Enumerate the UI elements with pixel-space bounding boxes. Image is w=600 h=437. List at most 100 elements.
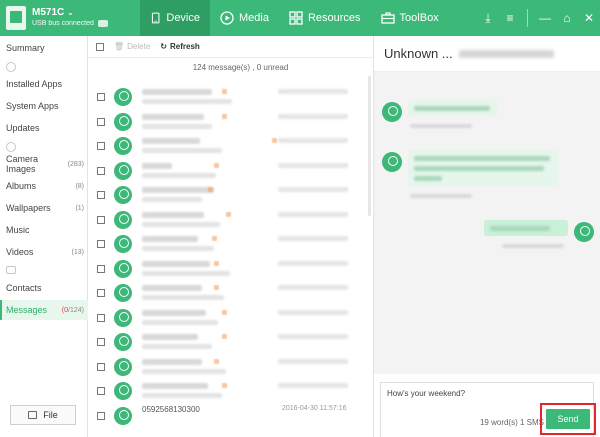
contact-avatar (114, 235, 132, 253)
row-checkbox[interactable] (97, 289, 105, 297)
count-badge (222, 89, 227, 94)
file-button[interactable]: File (10, 405, 76, 425)
message-row[interactable] (88, 84, 373, 110)
redacted-sender (142, 187, 214, 193)
toolbox-icon (380, 12, 395, 24)
redacted-number (458, 49, 554, 58)
message-row[interactable] (88, 305, 373, 331)
select-all-checkbox[interactable] (96, 42, 104, 51)
redacted-sender (142, 211, 204, 218)
top-bar: M571C ⌄ USB bus connected Device Media R… (0, 0, 600, 36)
home-icon[interactable]: ⌂ (556, 0, 578, 36)
refresh-icon: ↻ (160, 42, 167, 51)
contact-avatar (114, 406, 132, 425)
redacted-sender (142, 89, 212, 95)
scrollbar[interactable] (368, 76, 371, 216)
sidebar-item-music[interactable]: Music (0, 220, 88, 240)
conversation-header: Unknown ... (374, 36, 600, 72)
row-checkbox[interactable] (97, 191, 105, 199)
contact-avatar (114, 382, 132, 400)
menu-icon[interactable]: ≡ (499, 0, 521, 36)
sidebar-item-videos[interactable]: Videos (13) (0, 242, 88, 262)
sidebar-item-count: (1) (75, 204, 84, 212)
redacted-date (278, 236, 348, 241)
minimize-icon[interactable]: — (534, 0, 556, 36)
message-row[interactable]: 0592568130300 2016-04-30 11:57:16 (88, 403, 373, 429)
word-count: 19 word(s) 1 SMS (479, 418, 544, 427)
message-row[interactable] (88, 378, 373, 404)
row-checkbox[interactable] (97, 264, 105, 273)
device-info[interactable]: M571C ⌄ USB bus connected (0, 0, 140, 36)
row-checkbox[interactable] (97, 215, 105, 224)
row-checkbox[interactable] (97, 313, 105, 322)
redacted-date (278, 383, 348, 388)
row-checkbox[interactable] (97, 240, 105, 248)
redacted-date (278, 162, 348, 168)
tab-device-label: Device (166, 12, 200, 24)
message-row[interactable] (88, 280, 373, 306)
message-row[interactable] (88, 158, 373, 184)
message-row[interactable] (88, 133, 373, 159)
media-section-icon (6, 142, 16, 152)
row-checkbox[interactable] (97, 387, 105, 395)
tab-resources[interactable]: Resources (279, 0, 371, 36)
sidebar-item-camera-images[interactable]: Camera Images (283) (0, 154, 88, 174)
row-checkbox[interactable] (97, 166, 105, 175)
sidebar-item-label: Albums (6, 181, 37, 191)
count-badge (214, 285, 219, 290)
sidebar-item-messages[interactable]: Messages (0/124) (0, 300, 88, 320)
tab-device[interactable]: Device (140, 0, 210, 36)
row-checkbox[interactable] (97, 338, 105, 346)
tab-toolbox-label: ToolBox (399, 12, 439, 24)
sidebar-item-contacts[interactable]: Contacts (0, 278, 88, 298)
sidebar-item-label: Installed Apps (6, 79, 63, 89)
redacted-preview (142, 197, 202, 202)
download-icon[interactable]: ⤓ (477, 0, 499, 36)
redacted-date (278, 358, 348, 364)
close-icon[interactable]: ✕ (578, 0, 600, 36)
redacted-sender (142, 138, 200, 144)
count-badge (222, 309, 227, 315)
sidebar: Summary Installed Apps System Apps Updat… (0, 36, 88, 437)
redacted-date (278, 89, 348, 94)
contact-avatar (114, 88, 132, 106)
message-row[interactable] (88, 256, 373, 282)
sidebar-item-count: (13) (71, 248, 84, 256)
row-checkbox[interactable] (97, 142, 105, 150)
row-checkbox[interactable] (97, 117, 105, 126)
sidebar-item-updates[interactable]: Updates (0, 118, 88, 138)
row-checkbox[interactable] (97, 411, 105, 420)
refresh-label: Refresh (169, 42, 200, 51)
contact-avatar (382, 152, 402, 172)
row-checkbox[interactable] (97, 93, 105, 101)
tab-toolbox[interactable]: ToolBox (371, 0, 449, 36)
tab-resources-label: Resources (307, 12, 361, 24)
refresh-button[interactable]: ↻ Refresh (160, 42, 200, 51)
sidebar-item-albums[interactable]: Albums (8) (0, 176, 88, 196)
message-date (410, 194, 472, 198)
sidebar-item-wallpapers[interactable]: Wallpapers (1) (0, 198, 88, 218)
redacted-sender (142, 285, 202, 291)
redacted-preview (142, 344, 212, 349)
redacted-preview (142, 270, 230, 276)
sidebar-item-summary[interactable]: Summary (0, 38, 88, 58)
redacted-date (278, 138, 348, 143)
message-row[interactable] (88, 207, 373, 233)
delete-button[interactable]: 🗑 Delete (114, 42, 150, 51)
chevron-down-icon[interactable]: ⌄ (67, 8, 74, 17)
send-button[interactable]: Send (546, 409, 590, 429)
sidebar-item-system-apps[interactable]: System Apps (0, 96, 88, 116)
sidebar-item-installed-apps[interactable]: Installed Apps (0, 74, 88, 94)
message-row[interactable] (88, 329, 373, 355)
redacted-preview (142, 123, 212, 129)
message-row[interactable] (88, 231, 373, 257)
device-name: M571C ⌄ (32, 7, 74, 18)
message-row[interactable] (88, 354, 373, 380)
folder-icon (28, 411, 38, 419)
message-row[interactable] (88, 182, 373, 208)
message-row[interactable] (88, 109, 373, 135)
tab-media[interactable]: Media (210, 0, 279, 36)
row-checkbox[interactable] (97, 362, 105, 371)
redacted-preview (142, 246, 214, 251)
sidebar-item-label: Wallpapers (6, 203, 51, 213)
